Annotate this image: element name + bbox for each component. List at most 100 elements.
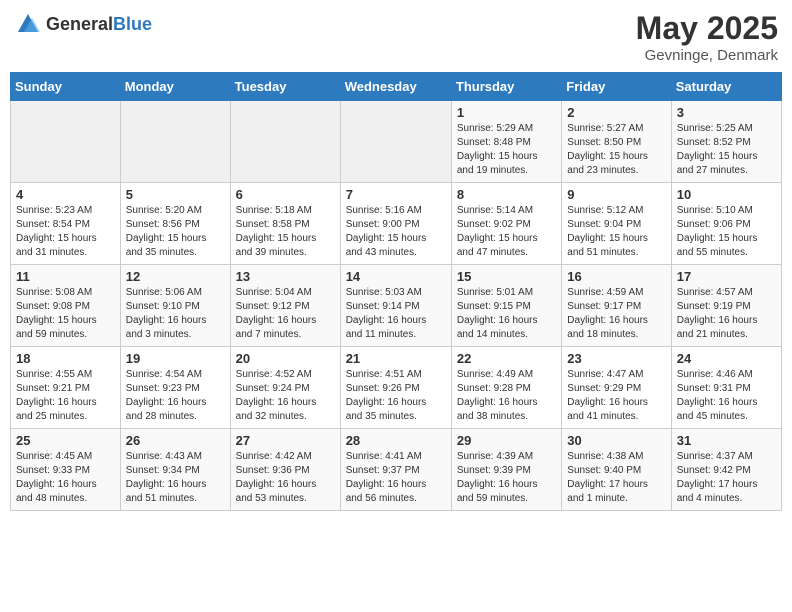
day-info: Sunrise: 4:43 AM Sunset: 9:34 PM Dayligh… xyxy=(126,450,225,506)
calendar-cell: 13Sunrise: 5:04 AM Sunset: 9:12 PM Dayli… xyxy=(230,265,340,347)
calendar-cell: 4 Sunrise: 5:23 AM Sunset: 8:54 PM Daylig… xyxy=(11,183,121,265)
logo: GeneralBlue xyxy=(14,10,152,38)
month-title: May 2025 xyxy=(636,10,778,47)
day-info: Sunrise: 5:03 AM Sunset: 9:14 PM Dayligh… xyxy=(346,286,446,342)
day-number: 26 xyxy=(126,433,225,448)
day-number: 13 xyxy=(236,269,335,284)
calendar-cell: 24 Sunrise: 4:46 AM Sunset: 9:31 PM Dayli… xyxy=(671,347,781,429)
calendar-cell: 28Sunrise: 4:41 AM Sunset: 9:37 PM Dayli… xyxy=(340,429,451,511)
day-number: 20 xyxy=(236,351,335,366)
day-info: Sunrise: 5:14 AM Sunset: 9:02 PM Dayligh… xyxy=(457,204,556,260)
day-number: 25 xyxy=(16,433,115,448)
calendar-cell xyxy=(230,101,340,183)
calendar-cell: 1 Sunrise: 5:29 AM Sunset: 8:48 PM Daylig… xyxy=(451,101,561,183)
day-info: Sunrise: 5:18 AM Sunset: 8:58 PM Dayligh… xyxy=(236,204,335,260)
calendar-cell: 20 Sunrise: 4:52 AM Sunset: 9:24 PM Dayli… xyxy=(230,347,340,429)
day-info: Sunrise: 4:55 AM Sunset: 9:21 PM Dayligh… xyxy=(16,368,115,424)
day-info: Sunrise: 5:29 AM Sunset: 8:48 PM Dayligh… xyxy=(457,122,556,178)
day-number: 23 xyxy=(567,351,665,366)
calendar-cell: 19 Sunrise: 4:54 AM Sunset: 9:23 PM Dayli… xyxy=(120,347,230,429)
day-info: Sunrise: 5:01 AM Sunset: 9:15 PM Dayligh… xyxy=(457,286,556,342)
calendar-cell: 14 Sunrise: 5:03 AM Sunset: 9:14 PM Dayli… xyxy=(340,265,451,347)
day-info: Sunrise: 4:49 AM Sunset: 9:28 PM Dayligh… xyxy=(457,368,556,424)
day-info: Sunrise: 4:46 AM Sunset: 9:31 PM Dayligh… xyxy=(677,368,776,424)
calendar-cell xyxy=(120,101,230,183)
day-number: 24 xyxy=(677,351,776,366)
weekday-header-friday: Friday xyxy=(562,73,671,101)
calendar-cell: 27 Sunrise: 4:42 AM Sunset: 9:36 PM Dayli… xyxy=(230,429,340,511)
day-info: Sunrise: 4:38 AM Sunset: 9:40 PM Dayligh… xyxy=(567,450,665,506)
day-number: 7 xyxy=(346,187,446,202)
calendar-table: SundayMondayTuesdayWednesdayThursdayFrid… xyxy=(10,72,782,511)
calendar-cell: 29 Sunrise: 4:39 AM Sunset: 9:39 PM Dayli… xyxy=(451,429,561,511)
calendar-cell xyxy=(340,101,451,183)
calendar-week-row: 25Sunrise: 4:45 AM Sunset: 9:33 PM Dayli… xyxy=(11,429,782,511)
day-number: 12 xyxy=(126,269,225,284)
day-info: Sunrise: 5:23 AM Sunset: 8:54 PM Dayligh… xyxy=(16,204,115,260)
calendar-cell: 15Sunrise: 5:01 AM Sunset: 9:15 PM Dayli… xyxy=(451,265,561,347)
calendar-week-row: 4 Sunrise: 5:23 AM Sunset: 8:54 PM Daylig… xyxy=(11,183,782,265)
calendar-cell: 26 Sunrise: 4:43 AM Sunset: 9:34 PM Dayli… xyxy=(120,429,230,511)
calendar-cell: 22 Sunrise: 4:49 AM Sunset: 9:28 PM Dayli… xyxy=(451,347,561,429)
day-number: 30 xyxy=(567,433,665,448)
day-number: 8 xyxy=(457,187,556,202)
day-number: 3 xyxy=(677,105,776,120)
calendar-cell: 17Sunrise: 4:57 AM Sunset: 9:19 PM Dayli… xyxy=(671,265,781,347)
calendar-cell: 21 Sunrise: 4:51 AM Sunset: 9:26 PM Dayli… xyxy=(340,347,451,429)
calendar-cell: 12 Sunrise: 5:06 AM Sunset: 9:10 PM Dayli… xyxy=(120,265,230,347)
day-number: 9 xyxy=(567,187,665,202)
day-info: Sunrise: 5:06 AM Sunset: 9:10 PM Dayligh… xyxy=(126,286,225,342)
day-number: 21 xyxy=(346,351,446,366)
day-info: Sunrise: 4:52 AM Sunset: 9:24 PM Dayligh… xyxy=(236,368,335,424)
day-info: Sunrise: 5:20 AM Sunset: 8:56 PM Dayligh… xyxy=(126,204,225,260)
day-number: 28 xyxy=(346,433,446,448)
day-number: 22 xyxy=(457,351,556,366)
location-title: Gevninge, Denmark xyxy=(636,47,778,64)
day-number: 16 xyxy=(567,269,665,284)
calendar-week-row: 11Sunrise: 5:08 AM Sunset: 9:08 PM Dayli… xyxy=(11,265,782,347)
calendar-cell xyxy=(11,101,121,183)
logo-blue: Blue xyxy=(113,14,152,34)
day-info: Sunrise: 4:42 AM Sunset: 9:36 PM Dayligh… xyxy=(236,450,335,506)
day-info: Sunrise: 4:51 AM Sunset: 9:26 PM Dayligh… xyxy=(346,368,446,424)
day-info: Sunrise: 4:54 AM Sunset: 9:23 PM Dayligh… xyxy=(126,368,225,424)
calendar-cell: 8 Sunrise: 5:14 AM Sunset: 9:02 PM Daylig… xyxy=(451,183,561,265)
logo-general: General xyxy=(46,14,113,34)
calendar-week-row: 18 Sunrise: 4:55 AM Sunset: 9:21 PM Dayli… xyxy=(11,347,782,429)
title-block: May 2025 Gevninge, Denmark xyxy=(636,10,778,64)
calendar-cell: 25Sunrise: 4:45 AM Sunset: 9:33 PM Dayli… xyxy=(11,429,121,511)
day-info: Sunrise: 4:59 AM Sunset: 9:17 PM Dayligh… xyxy=(567,286,665,342)
weekday-header-row: SundayMondayTuesdayWednesdayThursdayFrid… xyxy=(11,73,782,101)
calendar-cell: 6 Sunrise: 5:18 AM Sunset: 8:58 PM Daylig… xyxy=(230,183,340,265)
calendar-cell: 3Sunrise: 5:25 AM Sunset: 8:52 PM Daylig… xyxy=(671,101,781,183)
day-number: 27 xyxy=(236,433,335,448)
day-number: 19 xyxy=(126,351,225,366)
day-info: Sunrise: 4:47 AM Sunset: 9:29 PM Dayligh… xyxy=(567,368,665,424)
day-info: Sunrise: 5:16 AM Sunset: 9:00 PM Dayligh… xyxy=(346,204,446,260)
calendar-week-row: 1 Sunrise: 5:29 AM Sunset: 8:48 PM Daylig… xyxy=(11,101,782,183)
day-number: 18 xyxy=(16,351,115,366)
day-number: 17 xyxy=(677,269,776,284)
day-info: Sunrise: 5:27 AM Sunset: 8:50 PM Dayligh… xyxy=(567,122,665,178)
day-number: 11 xyxy=(16,269,115,284)
day-number: 1 xyxy=(457,105,556,120)
day-info: Sunrise: 5:10 AM Sunset: 9:06 PM Dayligh… xyxy=(677,204,776,260)
day-number: 4 xyxy=(16,187,115,202)
calendar-cell: 9 Sunrise: 5:12 AM Sunset: 9:04 PM Daylig… xyxy=(562,183,671,265)
weekday-header-saturday: Saturday xyxy=(671,73,781,101)
calendar-cell: 11Sunrise: 5:08 AM Sunset: 9:08 PM Dayli… xyxy=(11,265,121,347)
calendar-cell: 31Sunrise: 4:37 AM Sunset: 9:42 PM Dayli… xyxy=(671,429,781,511)
calendar-cell: 2Sunrise: 5:27 AM Sunset: 8:50 PM Daylig… xyxy=(562,101,671,183)
day-number: 14 xyxy=(346,269,446,284)
day-number: 10 xyxy=(677,187,776,202)
day-info: Sunrise: 4:39 AM Sunset: 9:39 PM Dayligh… xyxy=(457,450,556,506)
logo-icon xyxy=(14,10,42,38)
day-number: 6 xyxy=(236,187,335,202)
weekday-header-sunday: Sunday xyxy=(11,73,121,101)
calendar-cell: 10 Sunrise: 5:10 AM Sunset: 9:06 PM Dayli… xyxy=(671,183,781,265)
day-info: Sunrise: 5:12 AM Sunset: 9:04 PM Dayligh… xyxy=(567,204,665,260)
day-number: 31 xyxy=(677,433,776,448)
page-header: GeneralBlue May 2025 Gevninge, Denmark xyxy=(10,10,782,64)
calendar-cell: 16 Sunrise: 4:59 AM Sunset: 9:17 PM Dayli… xyxy=(562,265,671,347)
day-number: 29 xyxy=(457,433,556,448)
